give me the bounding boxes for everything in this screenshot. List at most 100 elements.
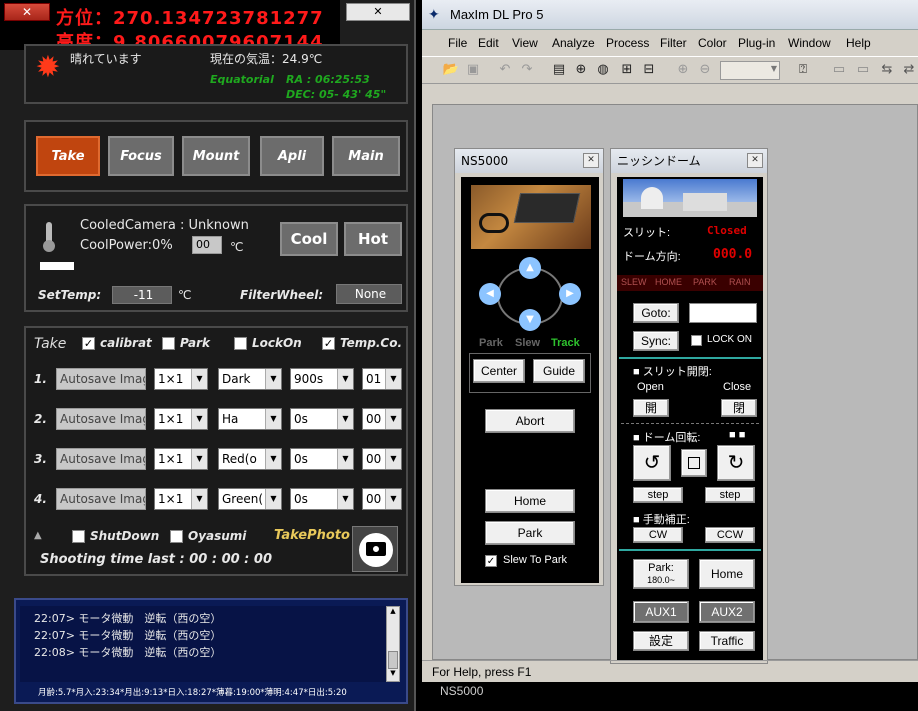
step-right-button[interactable]: step bbox=[705, 487, 755, 503]
aux2-button[interactable]: AUX2 bbox=[699, 601, 755, 623]
menu-plugin[interactable]: Plug-in bbox=[738, 36, 775, 50]
row-2-count[interactable]: 00 ▼ bbox=[362, 408, 402, 430]
row-4-target[interactable]: Autosave Image bbox=[56, 488, 146, 510]
filterwheel-value[interactable]: None bbox=[336, 284, 402, 304]
menu-color[interactable]: Color bbox=[698, 36, 727, 50]
traffic-button[interactable]: Traffic bbox=[699, 631, 755, 651]
row-2-exposure[interactable]: 0s ▼ bbox=[290, 408, 354, 430]
log-scrollbar[interactable]: ▲ ▼ bbox=[386, 606, 400, 682]
crosshair-icon[interactable]: ⊕ bbox=[572, 61, 590, 79]
menu-window[interactable]: Window bbox=[788, 36, 831, 50]
row-4-exposure[interactable]: 0s ▼ bbox=[290, 488, 354, 510]
zoom-out-icon[interactable]: ⊖ bbox=[696, 61, 714, 79]
camera-control-icon[interactable]: ⊞ bbox=[618, 61, 636, 79]
undo-icon[interactable]: ↶ bbox=[496, 61, 514, 79]
goto-button[interactable]: Goto: bbox=[633, 303, 679, 323]
ccw-button[interactable]: CCW bbox=[705, 527, 755, 543]
lockon-checkbox[interactable] bbox=[234, 337, 247, 350]
nav-take-button[interactable]: Take bbox=[36, 136, 100, 176]
guide-button[interactable]: Guide bbox=[533, 359, 585, 383]
oyasumi-checkbox[interactable] bbox=[170, 530, 183, 543]
row-4-binning[interactable]: 1×1 ▼ bbox=[154, 488, 208, 510]
close-slit-button[interactable]: 閉 bbox=[721, 399, 757, 417]
row-2-filter[interactable]: Ha ▼ bbox=[218, 408, 282, 430]
home-button[interactable]: Home bbox=[485, 489, 575, 513]
toolbar-right-icon-2[interactable]: ▭ bbox=[854, 61, 872, 79]
nav-focus-button[interactable]: Focus bbox=[108, 136, 174, 176]
lock-on-checkbox[interactable] bbox=[691, 335, 702, 346]
cool-button[interactable]: Cool bbox=[280, 222, 338, 256]
step-left-button[interactable]: step bbox=[633, 487, 683, 503]
dome-close-button[interactable]: ✕ bbox=[747, 153, 763, 168]
aux1-button[interactable]: AUX1 bbox=[633, 601, 689, 623]
menu-file[interactable]: File bbox=[448, 36, 467, 50]
toolbar-right-icon-4[interactable]: ⇄ bbox=[900, 61, 918, 79]
hot-button[interactable]: Hot bbox=[344, 222, 402, 256]
row-1-target[interactable]: Autosave Image bbox=[56, 368, 146, 390]
rotate-stop-button[interactable] bbox=[681, 449, 707, 477]
minimize-button[interactable]: ✕ bbox=[4, 3, 50, 21]
menu-filter[interactable]: Filter bbox=[660, 36, 687, 50]
settings-button[interactable]: 設定 bbox=[633, 631, 689, 651]
redo-icon[interactable]: ↷ bbox=[518, 61, 536, 79]
row-1-exposure[interactable]: 900s ▼ bbox=[290, 368, 354, 390]
telescope-icon[interactable]: ◍ bbox=[594, 61, 612, 79]
settemp-value[interactable]: -11 bbox=[112, 286, 172, 304]
park-button[interactable]: Park bbox=[485, 521, 575, 545]
slit-value: Closed bbox=[707, 224, 747, 237]
open-folder-icon[interactable]: 📂 bbox=[442, 61, 460, 79]
row-4-filter[interactable]: Green(▼ bbox=[218, 488, 282, 510]
menu-help[interactable]: Help bbox=[846, 36, 871, 50]
row-2-binning[interactable]: 1×1 ▼ bbox=[154, 408, 208, 430]
slew-to-park-checkbox[interactable]: ✓ bbox=[485, 555, 497, 567]
menu-view[interactable]: View bbox=[512, 36, 538, 50]
row-4-count[interactable]: 00 ▼ bbox=[362, 488, 402, 510]
arrow-up-button[interactable]: ▲ bbox=[519, 257, 541, 279]
save-icon[interactable]: ▣ bbox=[464, 61, 482, 79]
rotate-cw-button[interactable]: ↻ bbox=[717, 445, 755, 481]
zoom-in-icon[interactable]: ⊕ bbox=[674, 61, 692, 79]
row-1-filter[interactable]: Dark ▼ bbox=[218, 368, 282, 390]
collapse-arrow-icon[interactable]: ▲ bbox=[34, 530, 42, 541]
help-cursor-icon[interactable]: ⍰ bbox=[794, 61, 812, 79]
goto-input[interactable] bbox=[689, 303, 757, 323]
dome-park-button[interactable]: Park: 180.0~ bbox=[633, 559, 689, 589]
open-slit-button[interactable]: 開 bbox=[633, 399, 669, 417]
menu-process[interactable]: Process bbox=[606, 36, 649, 50]
menu-analyze[interactable]: Analyze bbox=[552, 36, 595, 50]
abort-button[interactable]: Abort bbox=[485, 409, 575, 433]
taskbar-ns5000[interactable]: NS5000 bbox=[440, 684, 483, 698]
arrow-down-button[interactable]: ▼ bbox=[519, 309, 541, 331]
ns5000-close-button[interactable]: ✕ bbox=[583, 153, 599, 168]
nav-main-button[interactable]: Main bbox=[332, 136, 400, 176]
park-checkbox[interactable] bbox=[162, 337, 175, 350]
cw-button[interactable]: CW bbox=[633, 527, 683, 543]
center-button[interactable]: Center bbox=[473, 359, 525, 383]
shutdown-checkbox[interactable] bbox=[72, 530, 85, 543]
row-2-target[interactable]: Autosave Image bbox=[56, 408, 146, 430]
close-left-button[interactable]: ✕ bbox=[346, 3, 410, 21]
row-3-target[interactable]: Autosave Image bbox=[56, 448, 146, 470]
row-1-count[interactable]: 01 ▼ bbox=[362, 368, 402, 390]
nav-apli-button[interactable]: Apli bbox=[260, 136, 324, 176]
toolbar-right-icon-3[interactable]: ⇆ bbox=[878, 61, 896, 79]
image-icon[interactable]: ▤ bbox=[550, 61, 568, 79]
rotate-ccw-button[interactable]: ↺ bbox=[633, 445, 671, 481]
zoom-dropdown[interactable]: ▼ bbox=[720, 61, 780, 80]
filter-wheel-icon[interactable]: ⊟ bbox=[640, 61, 658, 79]
row-3-binning[interactable]: 1×1 ▼ bbox=[154, 448, 208, 470]
row-3-exposure[interactable]: 0s ▼ bbox=[290, 448, 354, 470]
calibrat-checkbox[interactable]: ✓ bbox=[82, 337, 95, 350]
menu-edit[interactable]: Edit bbox=[478, 36, 499, 50]
camera-shutter-button[interactable] bbox=[352, 526, 398, 572]
arrow-left-button[interactable]: ◀ bbox=[479, 283, 501, 305]
tempco-checkbox[interactable]: ✓ bbox=[322, 337, 335, 350]
row-1-binning[interactable]: 1×1 ▼ bbox=[154, 368, 208, 390]
sync-button[interactable]: Sync: bbox=[633, 331, 679, 351]
dome-home-button[interactable]: Home bbox=[699, 559, 755, 589]
toolbar-right-icon-1[interactable]: ▭ bbox=[830, 61, 848, 79]
nav-mount-button[interactable]: Mount bbox=[182, 136, 250, 176]
row-3-filter[interactable]: Red(o ▼ bbox=[218, 448, 282, 470]
arrow-right-button[interactable]: ▶ bbox=[559, 283, 581, 305]
row-3-count[interactable]: 00 ▼ bbox=[362, 448, 402, 470]
